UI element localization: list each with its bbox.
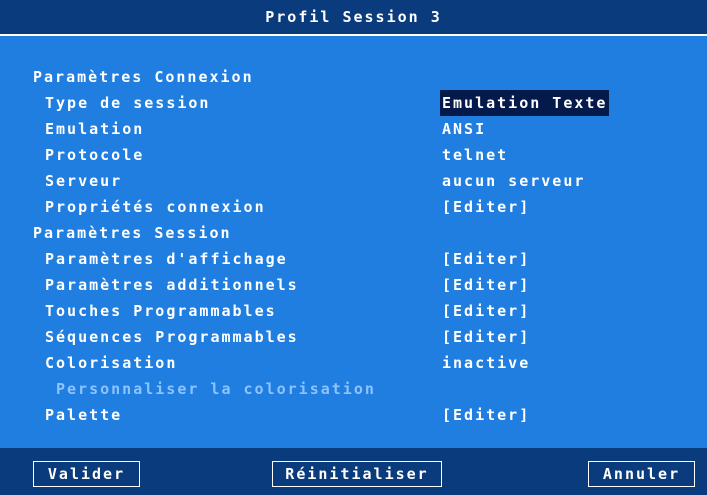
row-additional-settings[interactable]: Paramètres additionnels [Editer] xyxy=(0,272,707,298)
server-value[interactable]: aucun serveur xyxy=(442,168,585,194)
row-session-type[interactable]: Type de session Emulation Texte xyxy=(0,90,707,116)
emulation-value[interactable]: ANSI xyxy=(442,116,486,142)
row-programmable-keys[interactable]: Touches Programmables [Editer] xyxy=(0,298,707,324)
row-connection-properties[interactable]: Propriétés connexion [Editer] xyxy=(0,194,707,220)
button-bar: Valider Réinitialiser Annuler xyxy=(0,448,707,495)
profile-session-screen: Profil Session 3 Paramètres Connexion Ty… xyxy=(0,0,707,495)
row-colorization[interactable]: Colorisation inactive xyxy=(0,350,707,376)
session-type-label: Type de session xyxy=(45,94,211,112)
row-protocol[interactable]: Protocole telnet xyxy=(0,142,707,168)
protocol-value[interactable]: telnet xyxy=(442,142,508,168)
connection-properties-edit[interactable]: [Editer] xyxy=(442,194,530,220)
connection-properties-label: Propriétés connexion xyxy=(45,198,266,216)
row-emulation[interactable]: Emulation ANSI xyxy=(0,116,707,142)
programmable-keys-edit[interactable]: [Editer] xyxy=(442,298,530,324)
row-customize-colorization: Personnaliser la colorisation xyxy=(0,376,707,402)
server-label: Serveur xyxy=(45,172,123,190)
settings-panel: Paramètres Connexion Type de session Emu… xyxy=(0,36,707,448)
row-display-settings[interactable]: Paramètres d'affichage [Editer] xyxy=(0,246,707,272)
display-settings-edit[interactable]: [Editer] xyxy=(442,246,530,272)
colorization-label: Colorisation xyxy=(45,354,178,372)
row-server[interactable]: Serveur aucun serveur xyxy=(0,168,707,194)
reset-button[interactable]: Réinitialiser xyxy=(272,461,442,487)
additional-settings-label: Paramètres additionnels xyxy=(45,276,299,294)
cancel-button[interactable]: Annuler xyxy=(588,461,695,487)
programmable-sequences-label: Séquences Programmables xyxy=(45,328,299,346)
programmable-keys-label: Touches Programmables xyxy=(45,302,277,320)
section-session-header: Paramètres Session xyxy=(33,224,232,242)
row-programmable-sequences[interactable]: Séquences Programmables [Editer] xyxy=(0,324,707,350)
display-settings-label: Paramètres d'affichage xyxy=(45,250,288,268)
colorization-value[interactable]: inactive xyxy=(442,350,530,376)
session-type-value[interactable]: Emulation Texte xyxy=(440,90,610,116)
customize-colorization-label: Personnaliser la colorisation xyxy=(56,380,376,398)
palette-label: Palette xyxy=(45,406,123,424)
emulation-label: Emulation xyxy=(45,120,145,138)
palette-edit[interactable]: [Editer] xyxy=(442,402,530,428)
validate-button[interactable]: Valider xyxy=(33,461,140,487)
section-connection-header: Paramètres Connexion xyxy=(33,68,254,86)
programmable-sequences-edit[interactable]: [Editer] xyxy=(442,324,530,350)
row-palette[interactable]: Palette [Editer] xyxy=(0,402,707,428)
protocol-label: Protocole xyxy=(45,146,145,164)
window-title: Profil Session 3 xyxy=(0,0,707,36)
additional-settings-edit[interactable]: [Editer] xyxy=(442,272,530,298)
